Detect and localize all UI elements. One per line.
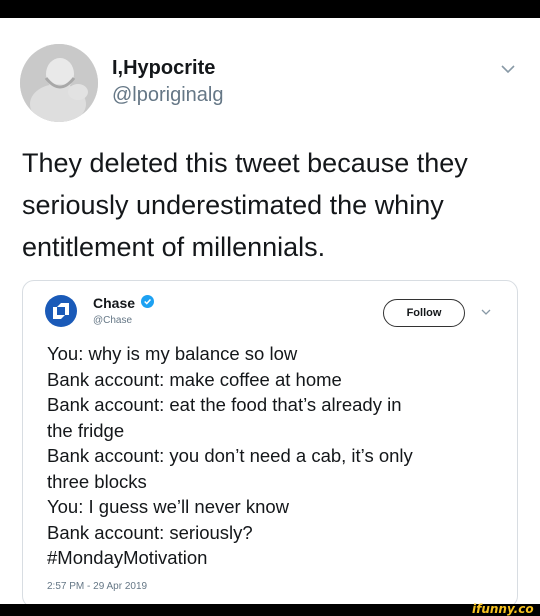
hashtag-link[interactable]: #MondayMotivation [47,545,499,571]
quoted-text-line: You: why is my balance so low [47,343,298,364]
quoted-timestamp[interactable]: 2:57 PM - 29 Apr 2019 [47,581,147,592]
quoted-text-line: three blocks [47,470,147,492]
verified-badge-icon [141,295,154,308]
card-chevron-down-icon[interactable] [481,307,491,317]
quoted-text-line: Bank account: eat the food that’s alread… [47,394,402,415]
author-name[interactable]: I,Hypocrite [112,57,215,80]
quoted-text-line: Bank account: you don’t need a cab, it’s… [47,445,413,466]
tweet-text-line: seriously underestimated the whiny [22,190,444,220]
follow-button[interactable]: Follow [383,299,465,327]
quoted-text-line: You: I guess we’ll never know [47,496,290,517]
tweet-text: They deleted this tweet because they ser… [22,142,522,268]
quoted-tweet-card[interactable]: Chase @Chase Follow You: why is my balan… [22,280,518,608]
bottom-black-bar [0,604,540,616]
statue-avatar-image [20,44,98,122]
quoted-text-line: Bank account: seriously? [47,521,253,543]
ifunny-watermark: ifunny.co [472,602,534,616]
chevron-down-icon[interactable] [500,61,516,77]
tweet-text-line: entitlement of millennials. [22,232,326,262]
author-avatar[interactable] [20,44,98,122]
chase-logo-icon [45,295,77,327]
quoted-text-line: Bank account: make coffee at home [47,368,342,390]
quoted-author-name[interactable]: Chase [93,295,135,311]
author-handle[interactable]: @lporiginalg [112,84,223,107]
top-black-bar [0,0,540,18]
quoted-text-line: the fridge [47,419,125,441]
quoted-tweet-text: You: why is my balance so low Bank accou… [47,341,499,571]
tweet-container: I,Hypocrite @lporiginalg They deleted th… [0,18,540,608]
quoted-author-handle[interactable]: @Chase [93,315,132,326]
tweet-text-line: They deleted this tweet because they [22,148,468,178]
